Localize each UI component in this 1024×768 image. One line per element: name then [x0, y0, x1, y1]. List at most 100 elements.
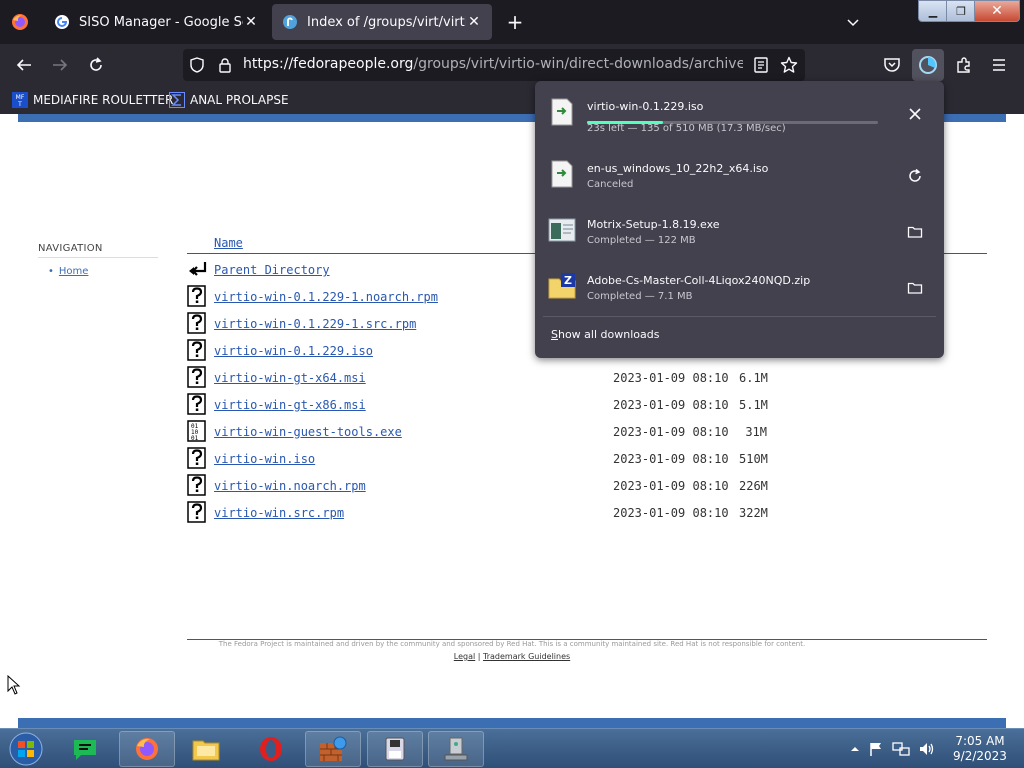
- file-row: virtio-win-gt-x86.msi 2023-01-09 08:10 5.1…: [187, 393, 987, 420]
- legal-link[interactable]: Legal: [454, 652, 475, 661]
- sigma-icon: [169, 92, 185, 108]
- file-link[interactable]: virtio-win.iso: [214, 452, 315, 466]
- file-link[interactable]: virtio-win.src.rpm: [214, 506, 344, 520]
- tab-siso-manager[interactable]: SISO Manager - Google Search ✕: [44, 4, 269, 40]
- download-status: 23s left — 135 of 510 MB (17.3 MB/sec): [587, 123, 786, 134]
- installer-file-icon: [548, 218, 576, 242]
- bookmark-label: MEDIAFIRE ROULETTER: [33, 93, 174, 107]
- download-item[interactable]: virtio-win-0.1.229.iso 23s left — 135 of…: [535, 87, 944, 143]
- url-bar[interactable]: https://fedorapeople.org/groups/virt/vir…: [183, 49, 805, 81]
- home-link-label: Home: [58, 266, 89, 277]
- back-arrow-icon: [16, 59, 31, 71]
- unknown-file-icon: [187, 312, 206, 334]
- taskbar-opera[interactable]: [243, 731, 299, 767]
- volume-icon[interactable]: [918, 741, 936, 757]
- taskbar-media-app[interactable]: [367, 731, 423, 767]
- downloads-button[interactable]: [912, 49, 944, 81]
- show-in-folder-button[interactable]: [903, 276, 927, 300]
- maximize-button[interactable]: ❐: [946, 0, 976, 22]
- forward-arrow-icon: [53, 59, 68, 71]
- download-progress-icon: [919, 56, 937, 74]
- hamburger-menu-icon: [993, 59, 1005, 71]
- tab-strip: SISO Manager - Google Search ✕ Index of …: [0, 0, 1024, 44]
- taskbar-network-app[interactable]: [428, 731, 484, 767]
- forward-button[interactable]: [47, 53, 73, 77]
- show-in-folder-button[interactable]: [903, 220, 927, 244]
- chat-app-icon: [74, 740, 96, 760]
- download-filename: en-us_windows_10_22h2_x64.iso: [587, 162, 769, 175]
- file-link[interactable]: virtio-win-gt-x64.msi: [214, 371, 366, 385]
- svg-text:T: T: [17, 101, 22, 108]
- pocket-icon: [884, 58, 900, 72]
- new-tab-icon[interactable]: +: [505, 10, 525, 34]
- file-size: 510M: [739, 452, 768, 466]
- start-button[interactable]: [6, 731, 46, 767]
- download-status: Completed — 122 MB: [587, 235, 696, 246]
- parent-directory-link[interactable]: Parent Directory: [214, 263, 330, 277]
- taskbar-sheets-app[interactable]: [57, 731, 113, 767]
- bookmark-label: ANAL PROLAPSE: [190, 93, 289, 107]
- navigation-heading: NAVIGATION: [38, 243, 103, 254]
- download-item[interactable]: Motrix-Setup-1.8.19.exe Completed — 122 …: [535, 205, 944, 261]
- app-menu-button[interactable]: [986, 53, 1012, 77]
- nav-home-link[interactable]: • Home: [48, 266, 88, 277]
- close-window-button[interactable]: ✕: [974, 0, 1020, 22]
- network-icon[interactable]: [892, 741, 910, 757]
- file-row: virtio-win-gt-x64.msi 2023-01-09 08:10 6.1…: [187, 366, 987, 393]
- bookmark-star-icon[interactable]: [780, 56, 798, 74]
- download-item[interactable]: Z Adobe-Cs-Master-Coll-4Liqox240NQD.zip …: [535, 261, 944, 317]
- folder-icon: [907, 226, 923, 238]
- unknown-file-icon: [187, 501, 206, 523]
- file-link[interactable]: virtio-win-0.1.229-1.noarch.rpm: [214, 290, 438, 304]
- downloads-panel: virtio-win-0.1.229.iso 23s left — 135 of…: [535, 81, 944, 358]
- download-status: Completed — 7.1 MB: [587, 291, 693, 302]
- show-hidden-icons-icon[interactable]: [850, 744, 860, 754]
- taskbar-file-explorer[interactable]: [178, 731, 234, 767]
- reader-view-icon[interactable]: [753, 57, 769, 73]
- bookmark-mediafire-rouletter[interactable]: MF T MEDIAFIRE ROULETTER: [12, 90, 173, 110]
- firefox-menu-icon[interactable]: [10, 12, 30, 32]
- file-link[interactable]: virtio-win.noarch.rpm: [214, 479, 366, 493]
- action-center-flag-icon[interactable]: [868, 741, 884, 757]
- file-link[interactable]: virtio-win-guest-tools.exe: [214, 425, 402, 439]
- file-row: 01 10 01 virtio-win-guest-tools.exe 2023-01-…: [187, 420, 987, 447]
- file-link[interactable]: virtio-win-0.1.229.iso: [214, 344, 373, 358]
- bookmark-anal-prolapse[interactable]: ANAL PROLAPSE: [169, 90, 289, 110]
- name-column-header[interactable]: Name: [214, 236, 243, 250]
- minimize-button[interactable]: ▁: [918, 0, 948, 22]
- file-size: 226M: [739, 479, 768, 493]
- tab-virtio-index[interactable]: Index of /groups/virt/virtio-win ✕: [272, 4, 492, 40]
- taskbar-firewall-app[interactable]: [305, 731, 361, 767]
- disc-image-file-icon: [551, 98, 573, 126]
- windows-taskbar: 7:05 AM 9/2/2023: [0, 728, 1024, 768]
- retry-download-button[interactable]: [903, 164, 927, 188]
- download-item[interactable]: en-us_windows_10_22h2_x64.iso Canceled: [535, 149, 944, 205]
- reload-button[interactable]: [83, 53, 109, 77]
- cancel-download-button[interactable]: [903, 102, 927, 126]
- system-clock[interactable]: 7:05 AM 9/2/2023: [950, 734, 1010, 764]
- extensions-button[interactable]: [951, 53, 977, 77]
- file-link[interactable]: virtio-win-gt-x86.msi: [214, 398, 366, 412]
- folder-icon: [907, 282, 923, 294]
- file-modified-date: 2023-01-09 08:10: [613, 452, 729, 466]
- close-tab-icon[interactable]: ✕: [243, 14, 259, 30]
- file-link[interactable]: virtio-win-0.1.229-1.src.rpm: [214, 317, 416, 331]
- trademark-guidelines-link[interactable]: Trademark Guidelines: [483, 652, 570, 661]
- pocket-button[interactable]: [879, 53, 905, 77]
- google-icon: [55, 15, 69, 29]
- url-host: https://fedorapeople.org: [243, 56, 414, 72]
- retry-icon: [909, 168, 921, 182]
- close-tab-icon[interactable]: ✕: [466, 14, 482, 30]
- file-modified-date: 2023-01-09 08:10: [613, 371, 729, 385]
- taskbar-firefox[interactable]: [119, 731, 175, 767]
- chevron-down-icon[interactable]: [845, 14, 861, 30]
- lock-icon[interactable]: [218, 57, 232, 73]
- divider: [38, 257, 158, 258]
- url-text[interactable]: https://fedorapeople.org/groups/virt/vir…: [243, 56, 743, 72]
- back-button[interactable]: [11, 53, 37, 77]
- svg-text:Z: Z: [564, 274, 572, 287]
- reload-icon: [90, 57, 102, 71]
- show-all-downloads-button[interactable]: Show all downloads: [551, 328, 659, 341]
- tracking-protection-shield-icon[interactable]: [189, 57, 205, 73]
- page-footer-bar: [18, 718, 1006, 728]
